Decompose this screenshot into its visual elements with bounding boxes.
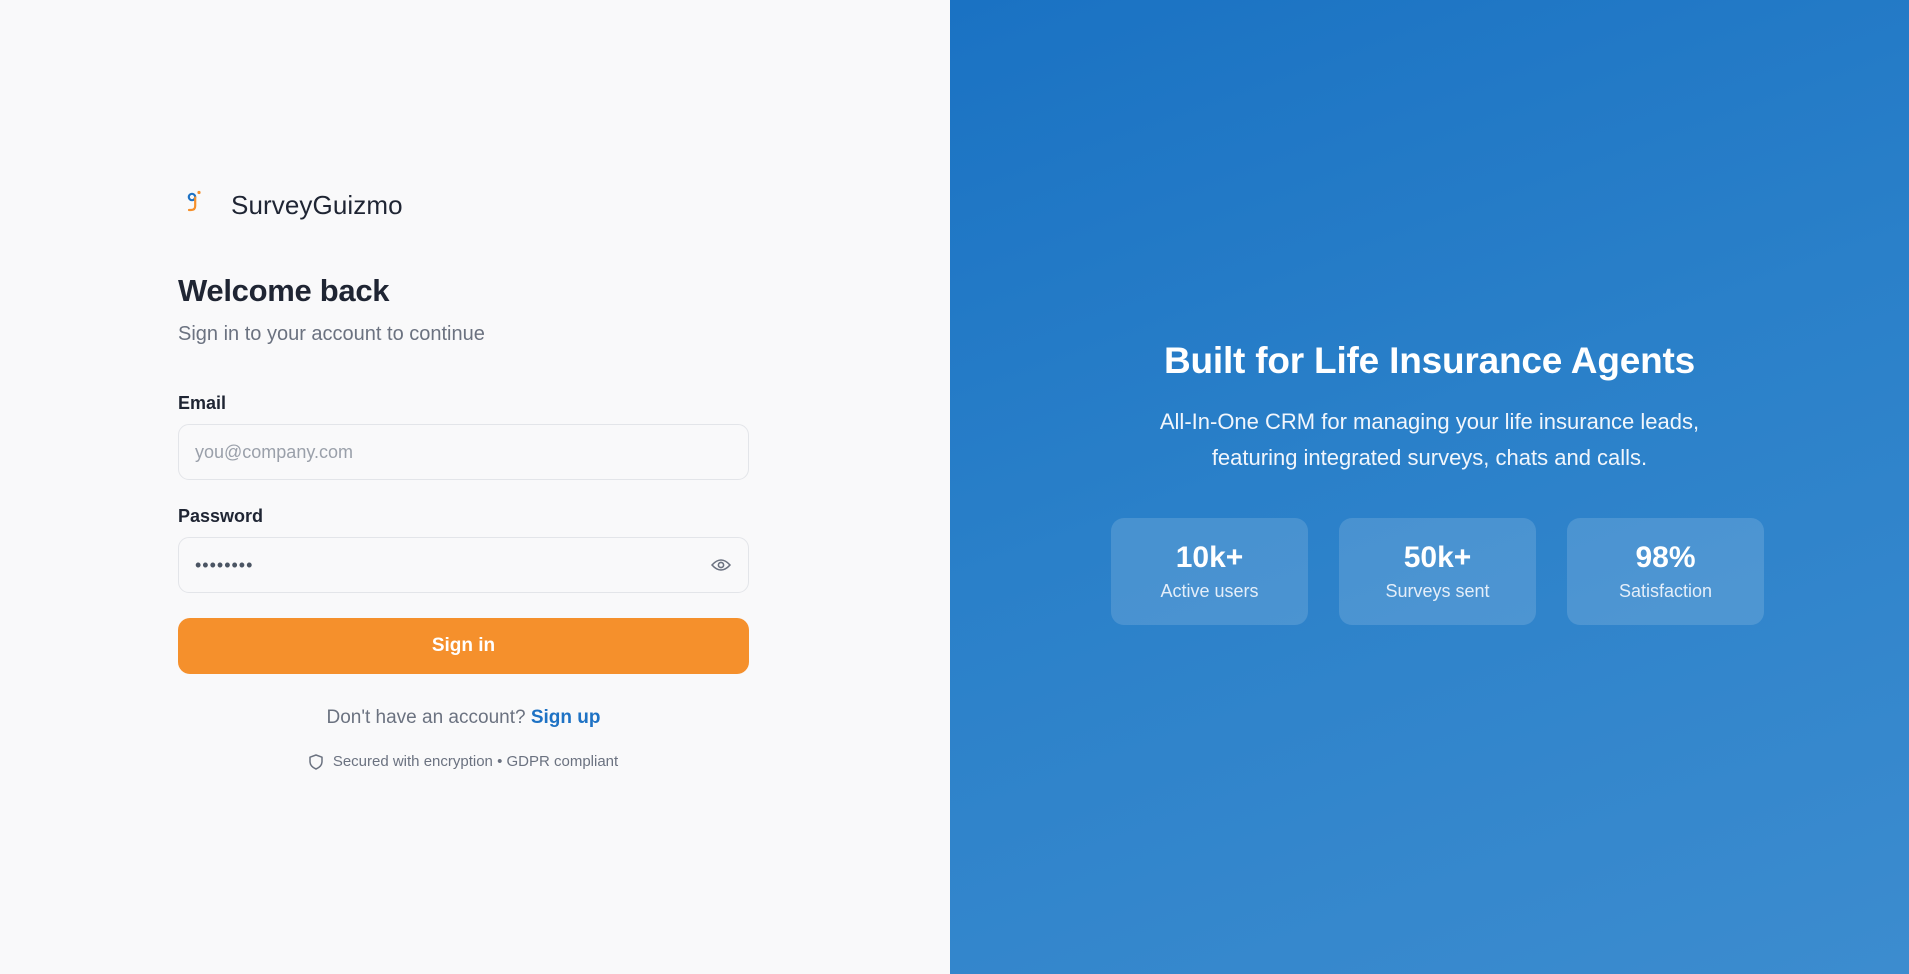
hero-panel: Built for Life Insurance Agents All-In-O… [950, 0, 1909, 974]
signup-link[interactable]: Sign up [531, 707, 601, 728]
signup-prompt: Don't have an account? [326, 707, 526, 728]
login-page: SurveyGuizmo Welcome back Sign in to you… [0, 0, 1909, 974]
signup-row: Don't have an account? Sign up [178, 707, 749, 729]
signin-panel: SurveyGuizmo Welcome back Sign in to you… [0, 0, 950, 974]
eye-icon[interactable] [710, 554, 732, 576]
security-note: Secured with encryption • GDPR compliant [332, 753, 619, 770]
page-subtitle: Sign in to your account to continue [178, 323, 485, 345]
stat-card-active-users: 10k+ Active users [1111, 518, 1308, 625]
shield-icon [309, 753, 323, 770]
stat-value: 98% [1635, 541, 1696, 574]
signin-form: SurveyGuizmo Welcome back Sign in to you… [178, 185, 749, 770]
survey-guizmo-logo-icon [178, 185, 218, 225]
security-note-row: Secured with encryption • GDPR compliant [178, 753, 749, 770]
stat-label: Satisfaction [1618, 581, 1713, 601]
signin-button[interactable]: Sign in [178, 618, 749, 674]
stats: 10k+ Active users 50k+ Surveys sent 98% … [1111, 518, 1764, 625]
hero-description-line: featuring integrated surveys, chats and … [1211, 445, 1648, 470]
password-label: Password [178, 506, 264, 526]
hero-description: All-In-One CRM for managing your life in… [950, 404, 1909, 476]
password-value: •••••••• [195, 554, 254, 575]
stat-card-surveys-sent: 50k+ Surveys sent [1339, 518, 1536, 625]
brand: SurveyGuizmo [178, 185, 749, 225]
stat-label: Surveys sent [1385, 581, 1490, 601]
page-title: Welcome back [178, 273, 390, 308]
hero-description-line: All-In-One CRM for managing your life in… [1159, 409, 1700, 434]
email-field-container [178, 424, 749, 480]
email-field[interactable] [195, 441, 732, 463]
brand-name: SurveyGuizmo [231, 189, 403, 220]
hero-title: Built for Life Insurance Agents [1163, 340, 1696, 381]
stat-label: Active users [1160, 581, 1259, 601]
password-field[interactable]: •••••••• [178, 537, 749, 593]
stat-value: 50k+ [1403, 541, 1472, 574]
hero: Built for Life Insurance Agents All-In-O… [950, 340, 1909, 476]
email-label: Email [178, 393, 227, 413]
stat-card-satisfaction: 98% Satisfaction [1567, 518, 1764, 625]
stat-value: 10k+ [1175, 541, 1244, 574]
